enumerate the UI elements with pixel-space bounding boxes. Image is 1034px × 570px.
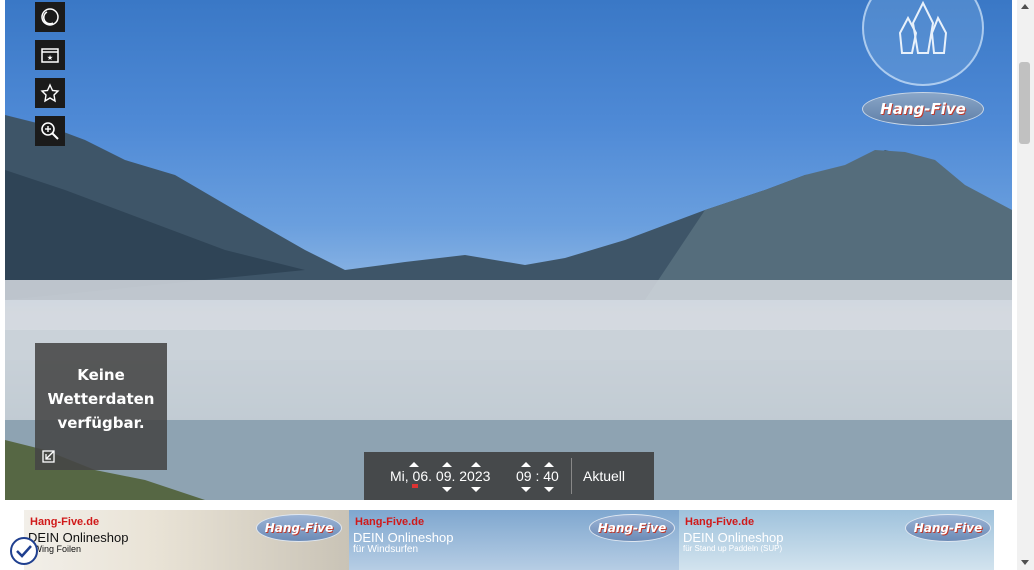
- scroll-down-arrow-icon[interactable]: [1021, 560, 1029, 565]
- banner-logo: Hang-Five: [589, 514, 675, 542]
- scrollbar-thumb[interactable]: [1019, 62, 1030, 144]
- weather-info-box: Keine Wetterdaten verfügbar.: [35, 343, 167, 470]
- hang-five-logo[interactable]: Hang-Five: [862, 92, 984, 126]
- banner-sup[interactable]: Hang-Five.de DEIN Onlineshop für Stand u…: [679, 510, 994, 570]
- webcam-image: ★ Hang-Five Keine Wetterdaten verfügbar.: [5, 0, 1012, 500]
- month-down-arrow-icon[interactable]: [442, 487, 452, 492]
- scroll-up-arrow-icon[interactable]: [1021, 4, 1029, 9]
- time-display[interactable]: 09 : 40: [516, 468, 559, 484]
- weather-message: Keine Wetterdaten verfügbar.: [47, 366, 155, 432]
- banner-headline: DEIN Onlineshop: [353, 530, 454, 545]
- date-time-selector: Mi, 06. 09. 2023 09 : 40 Aktuell: [364, 452, 654, 500]
- hour-down-arrow-icon[interactable]: [521, 487, 531, 492]
- gallery-button[interactable]: ★: [35, 40, 65, 70]
- banner-headline: DEIN Onlineshop: [28, 530, 129, 545]
- favorite-button[interactable]: [35, 78, 65, 108]
- year-down-arrow-icon[interactable]: [471, 487, 481, 492]
- verified-check-icon[interactable]: [10, 537, 38, 565]
- year-up-arrow-icon[interactable]: [471, 462, 481, 467]
- date-display[interactable]: Mi, 06. 09. 2023: [390, 468, 490, 484]
- vertical-scrollbar[interactable]: [1017, 0, 1034, 570]
- divider: [571, 458, 572, 494]
- star-icon: [40, 83, 60, 103]
- expand-icon[interactable]: [41, 448, 57, 464]
- banner-subline: für Stand up Paddeln (SUP): [683, 544, 783, 553]
- minute-up-arrow-icon[interactable]: [544, 462, 554, 467]
- crystal-icon: [898, 0, 948, 54]
- banner-logo: Hang-Five: [905, 514, 991, 542]
- banner-wing-foil[interactable]: Hang-Five.de DEIN Onlineshop r Wing Foil…: [24, 510, 349, 570]
- today-marker: [412, 484, 418, 488]
- day-up-arrow-icon[interactable]: [409, 462, 419, 467]
- banner-brand: Hang-Five.de: [30, 516, 100, 528]
- current-button[interactable]: Aktuell: [583, 468, 625, 484]
- night-mode-button[interactable]: [35, 2, 65, 32]
- banner-headline: DEIN Onlineshop: [683, 530, 784, 545]
- month-up-arrow-icon[interactable]: [442, 462, 452, 467]
- hour-up-arrow-icon[interactable]: [521, 462, 531, 467]
- banner-windsurf[interactable]: Hang-Five.de DEIN Onlineshop für Windsur…: [349, 510, 679, 570]
- zoom-button[interactable]: [35, 116, 65, 146]
- ad-banner-strip[interactable]: Hang-Five.de DEIN Onlineshop r Wing Foil…: [24, 510, 994, 570]
- svg-text:★: ★: [47, 54, 53, 62]
- moon-clock-icon: [41, 8, 59, 26]
- banner-subline: für Windsurfen: [353, 544, 419, 555]
- banner-brand: Hang-Five.de: [685, 516, 755, 528]
- image-star-icon: ★: [41, 48, 59, 63]
- banner-logo: Hang-Five: [256, 514, 342, 542]
- banner-brand: Hang-Five.de: [355, 516, 425, 528]
- zoom-in-icon: [41, 122, 59, 140]
- minute-down-arrow-icon[interactable]: [544, 487, 554, 492]
